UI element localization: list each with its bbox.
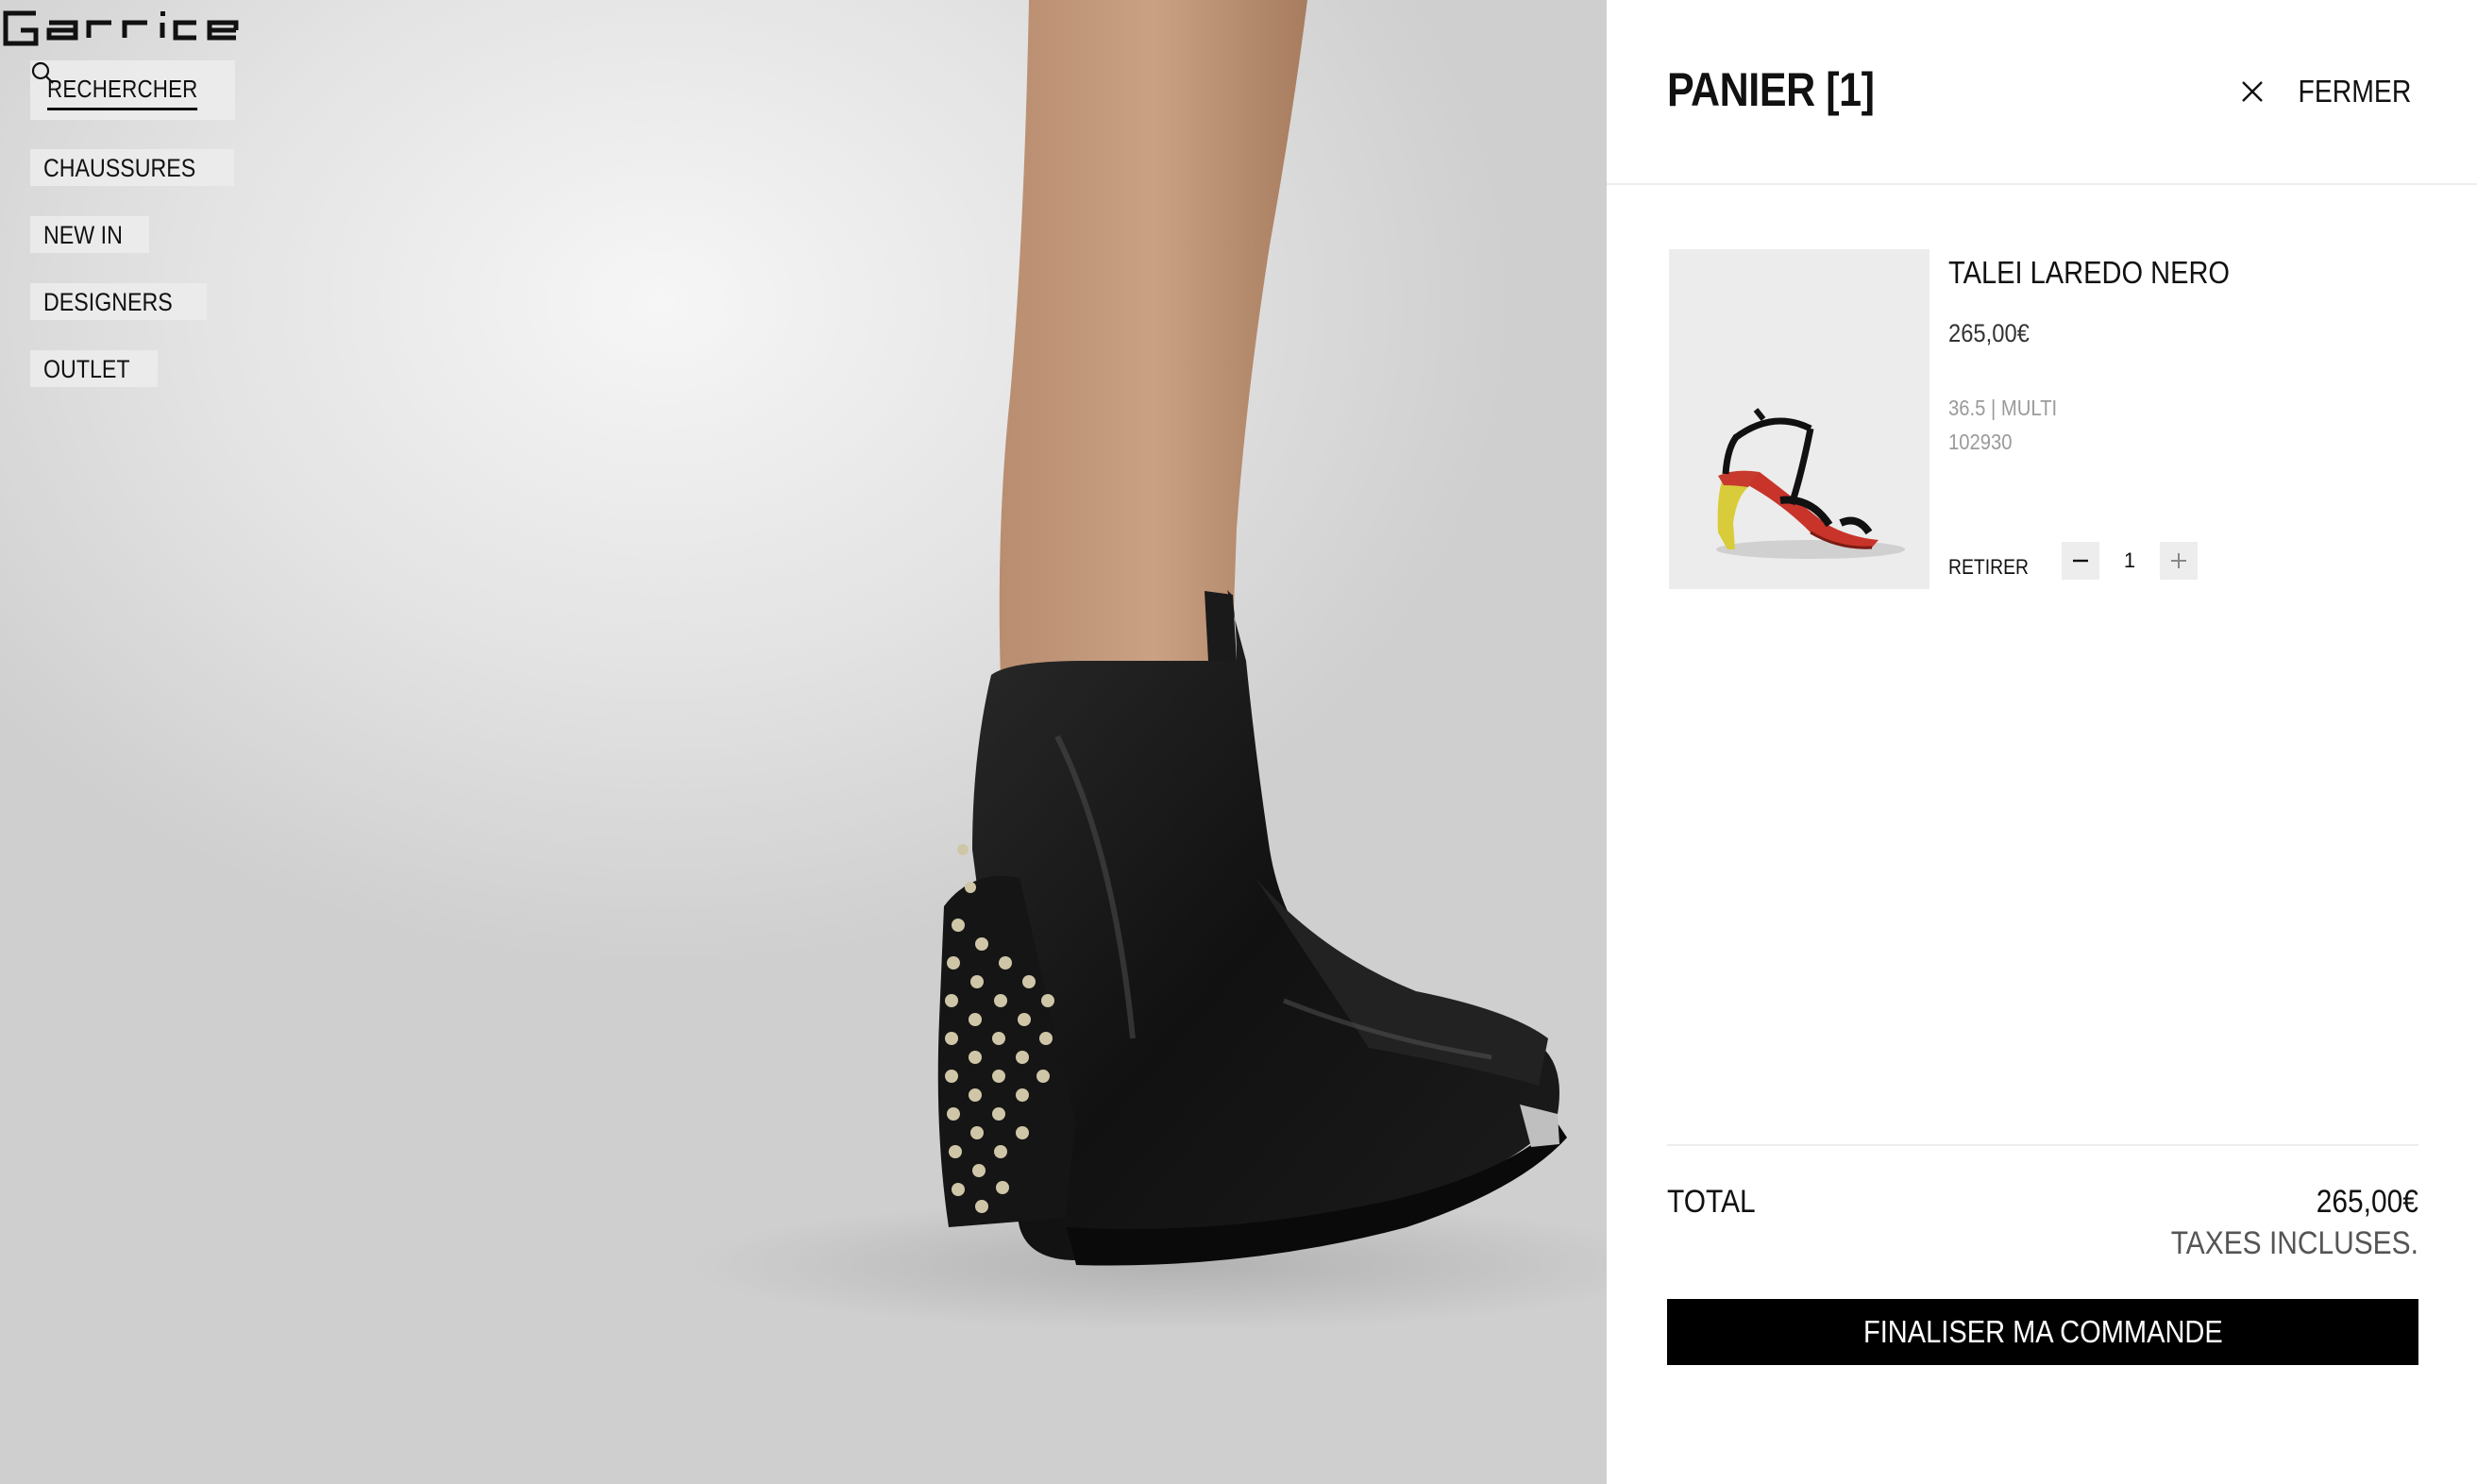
nav-item-outlet[interactable]: OUTLET bbox=[30, 350, 158, 387]
summary-divider bbox=[1667, 1144, 2418, 1146]
quantity-value: 1 bbox=[2123, 548, 2136, 572]
total-label: TOTAL bbox=[1667, 1184, 1756, 1220]
nav-item-label: NEW IN bbox=[43, 221, 123, 249]
nav-item-designers[interactable]: DESIGNERS bbox=[30, 283, 208, 320]
cart-item: TALEI LAREDO NERO 265,00€ 36.5 | MULTI 1… bbox=[1669, 249, 2424, 591]
total-value: 265,00€ bbox=[2316, 1184, 2418, 1220]
product-price: 265,00€ bbox=[1948, 319, 2030, 347]
quantity-stepper: 1 bbox=[2062, 542, 2198, 580]
close-label: FERMER bbox=[2298, 74, 2411, 109]
close-icon bbox=[2241, 81, 2263, 102]
cart-title: PANIER [1] bbox=[1667, 63, 1875, 116]
checkout-button[interactable]: FINALISER MA COMMANDE bbox=[1667, 1299, 2418, 1365]
main-nav: CHAUSSURES NEW IN DESIGNERS OUTLET bbox=[30, 149, 234, 387]
search-label: RECHERCHER bbox=[47, 75, 198, 110]
product-name[interactable]: TALEI LAREDO NERO bbox=[1948, 255, 2230, 291]
cart-drawer: PANIER [1] FERMER TALEI LAREDO NERO 265,… bbox=[1607, 0, 2477, 1484]
nav-item-label: DESIGNERS bbox=[43, 288, 173, 316]
remove-item-link[interactable]: RETIRER bbox=[1948, 555, 2029, 580]
close-button[interactable]: FERMER bbox=[2240, 74, 2411, 110]
plus-icon bbox=[2171, 553, 2186, 568]
nav-item-label: CHAUSSURES bbox=[43, 154, 196, 182]
increase-quantity-button[interactable] bbox=[2160, 542, 2198, 580]
search-button[interactable]: RECHERCHER bbox=[30, 60, 236, 120]
hero-image: RECHERCHER CHAUSSURES NEW IN DESIGNERS O… bbox=[0, 0, 1607, 1484]
heeled-sandal-image bbox=[1669, 249, 1929, 589]
tax-note: TAXES INCLUSES. bbox=[2170, 1225, 2418, 1261]
nav-item-new-in[interactable]: NEW IN bbox=[30, 216, 149, 253]
minus-icon bbox=[2073, 559, 2088, 563]
studded-ankle-boot-photo bbox=[689, 0, 1607, 1331]
nav-item-chaussures[interactable]: CHAUSSURES bbox=[30, 149, 234, 186]
nav-item-label: OUTLET bbox=[43, 355, 130, 383]
product-meta: 36.5 | MULTI 102930 bbox=[1948, 391, 2057, 459]
product-sku: 102930 bbox=[1948, 430, 2013, 454]
decrease-quantity-button[interactable] bbox=[2062, 542, 2099, 580]
product-image[interactable] bbox=[1669, 249, 1929, 589]
cart-header: PANIER [1] FERMER bbox=[1607, 0, 2477, 185]
product-variant: 36.5 | MULTI bbox=[1948, 396, 2058, 420]
checkout-label: FINALISER MA COMMANDE bbox=[1862, 1314, 2223, 1349]
brand-logo[interactable] bbox=[0, 0, 288, 57]
